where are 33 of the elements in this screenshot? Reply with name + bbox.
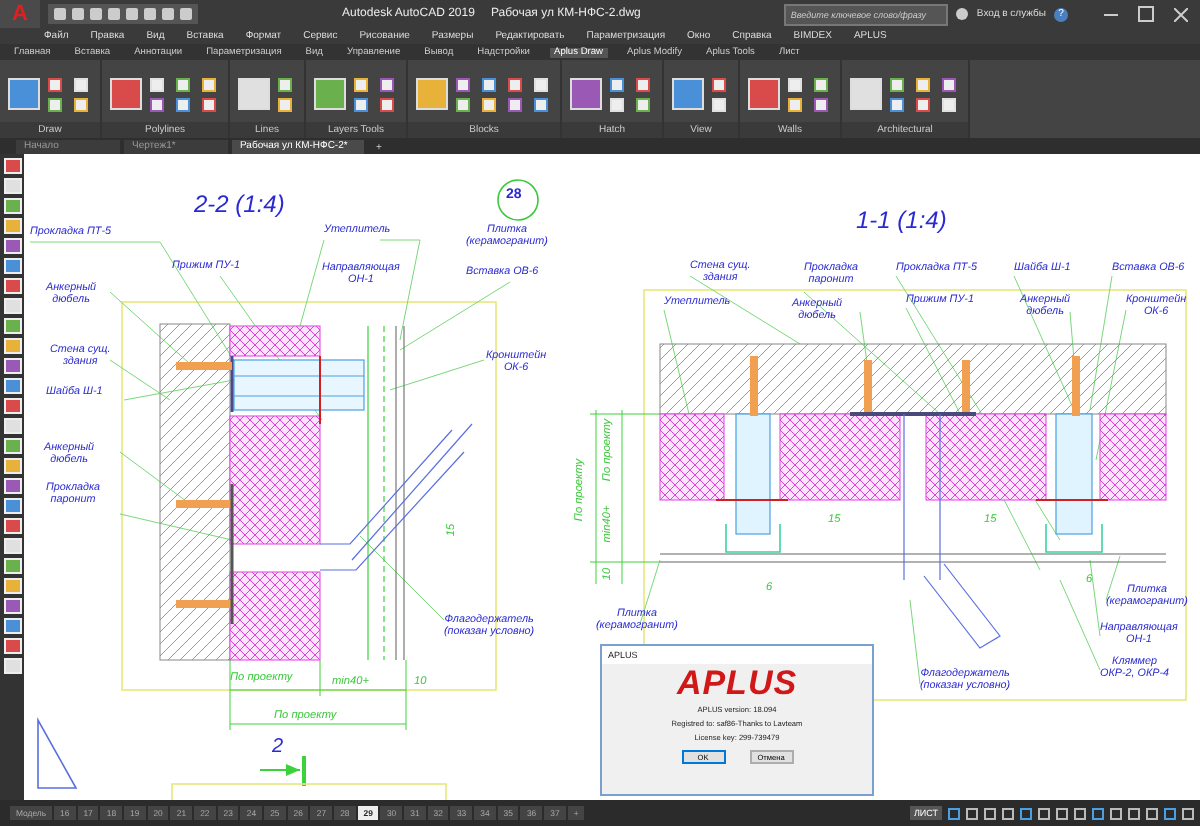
insulation-block bbox=[229, 415, 321, 545]
bracket-drawing bbox=[715, 413, 789, 553]
minimize-icon[interactable] bbox=[1104, 13, 1118, 15]
insulation-block bbox=[229, 571, 321, 661]
anchor-drawing bbox=[176, 362, 232, 370]
anchor-drawing bbox=[1072, 356, 1080, 416]
anchor-drawing bbox=[176, 600, 232, 608]
insulation-block bbox=[779, 413, 901, 501]
insulation-block bbox=[229, 325, 321, 357]
logo: APLUS bbox=[676, 666, 798, 702]
sheet-circle bbox=[497, 179, 539, 221]
section-mark: 2 bbox=[272, 736, 284, 758]
anchor-drawing bbox=[962, 360, 970, 416]
insulation-block bbox=[659, 413, 725, 501]
leader-line bbox=[359, 535, 445, 621]
leader-line bbox=[909, 599, 921, 685]
section-title: 2-2 (1:4) bbox=[194, 190, 285, 218]
insulation-block bbox=[925, 413, 1047, 501]
close-icon[interactable] bbox=[1174, 7, 1188, 21]
bracket-drawing bbox=[1035, 413, 1109, 553]
anchor-drawing bbox=[864, 360, 872, 416]
user-icon[interactable] bbox=[956, 8, 969, 20]
anchor-drawing bbox=[176, 500, 232, 508]
leader-line bbox=[389, 359, 485, 391]
section-arrow-drawing bbox=[259, 756, 306, 786]
section-title: 1-1 (1:4) bbox=[856, 206, 947, 234]
bracket-drawing bbox=[230, 355, 365, 425]
maximize-icon[interactable] bbox=[1138, 6, 1154, 22]
gasket-line bbox=[850, 412, 976, 416]
anchor-drawing bbox=[750, 356, 758, 416]
insulation-block bbox=[1099, 413, 1167, 501]
ucs-icon bbox=[37, 716, 78, 789]
gasket-line bbox=[230, 484, 234, 624]
